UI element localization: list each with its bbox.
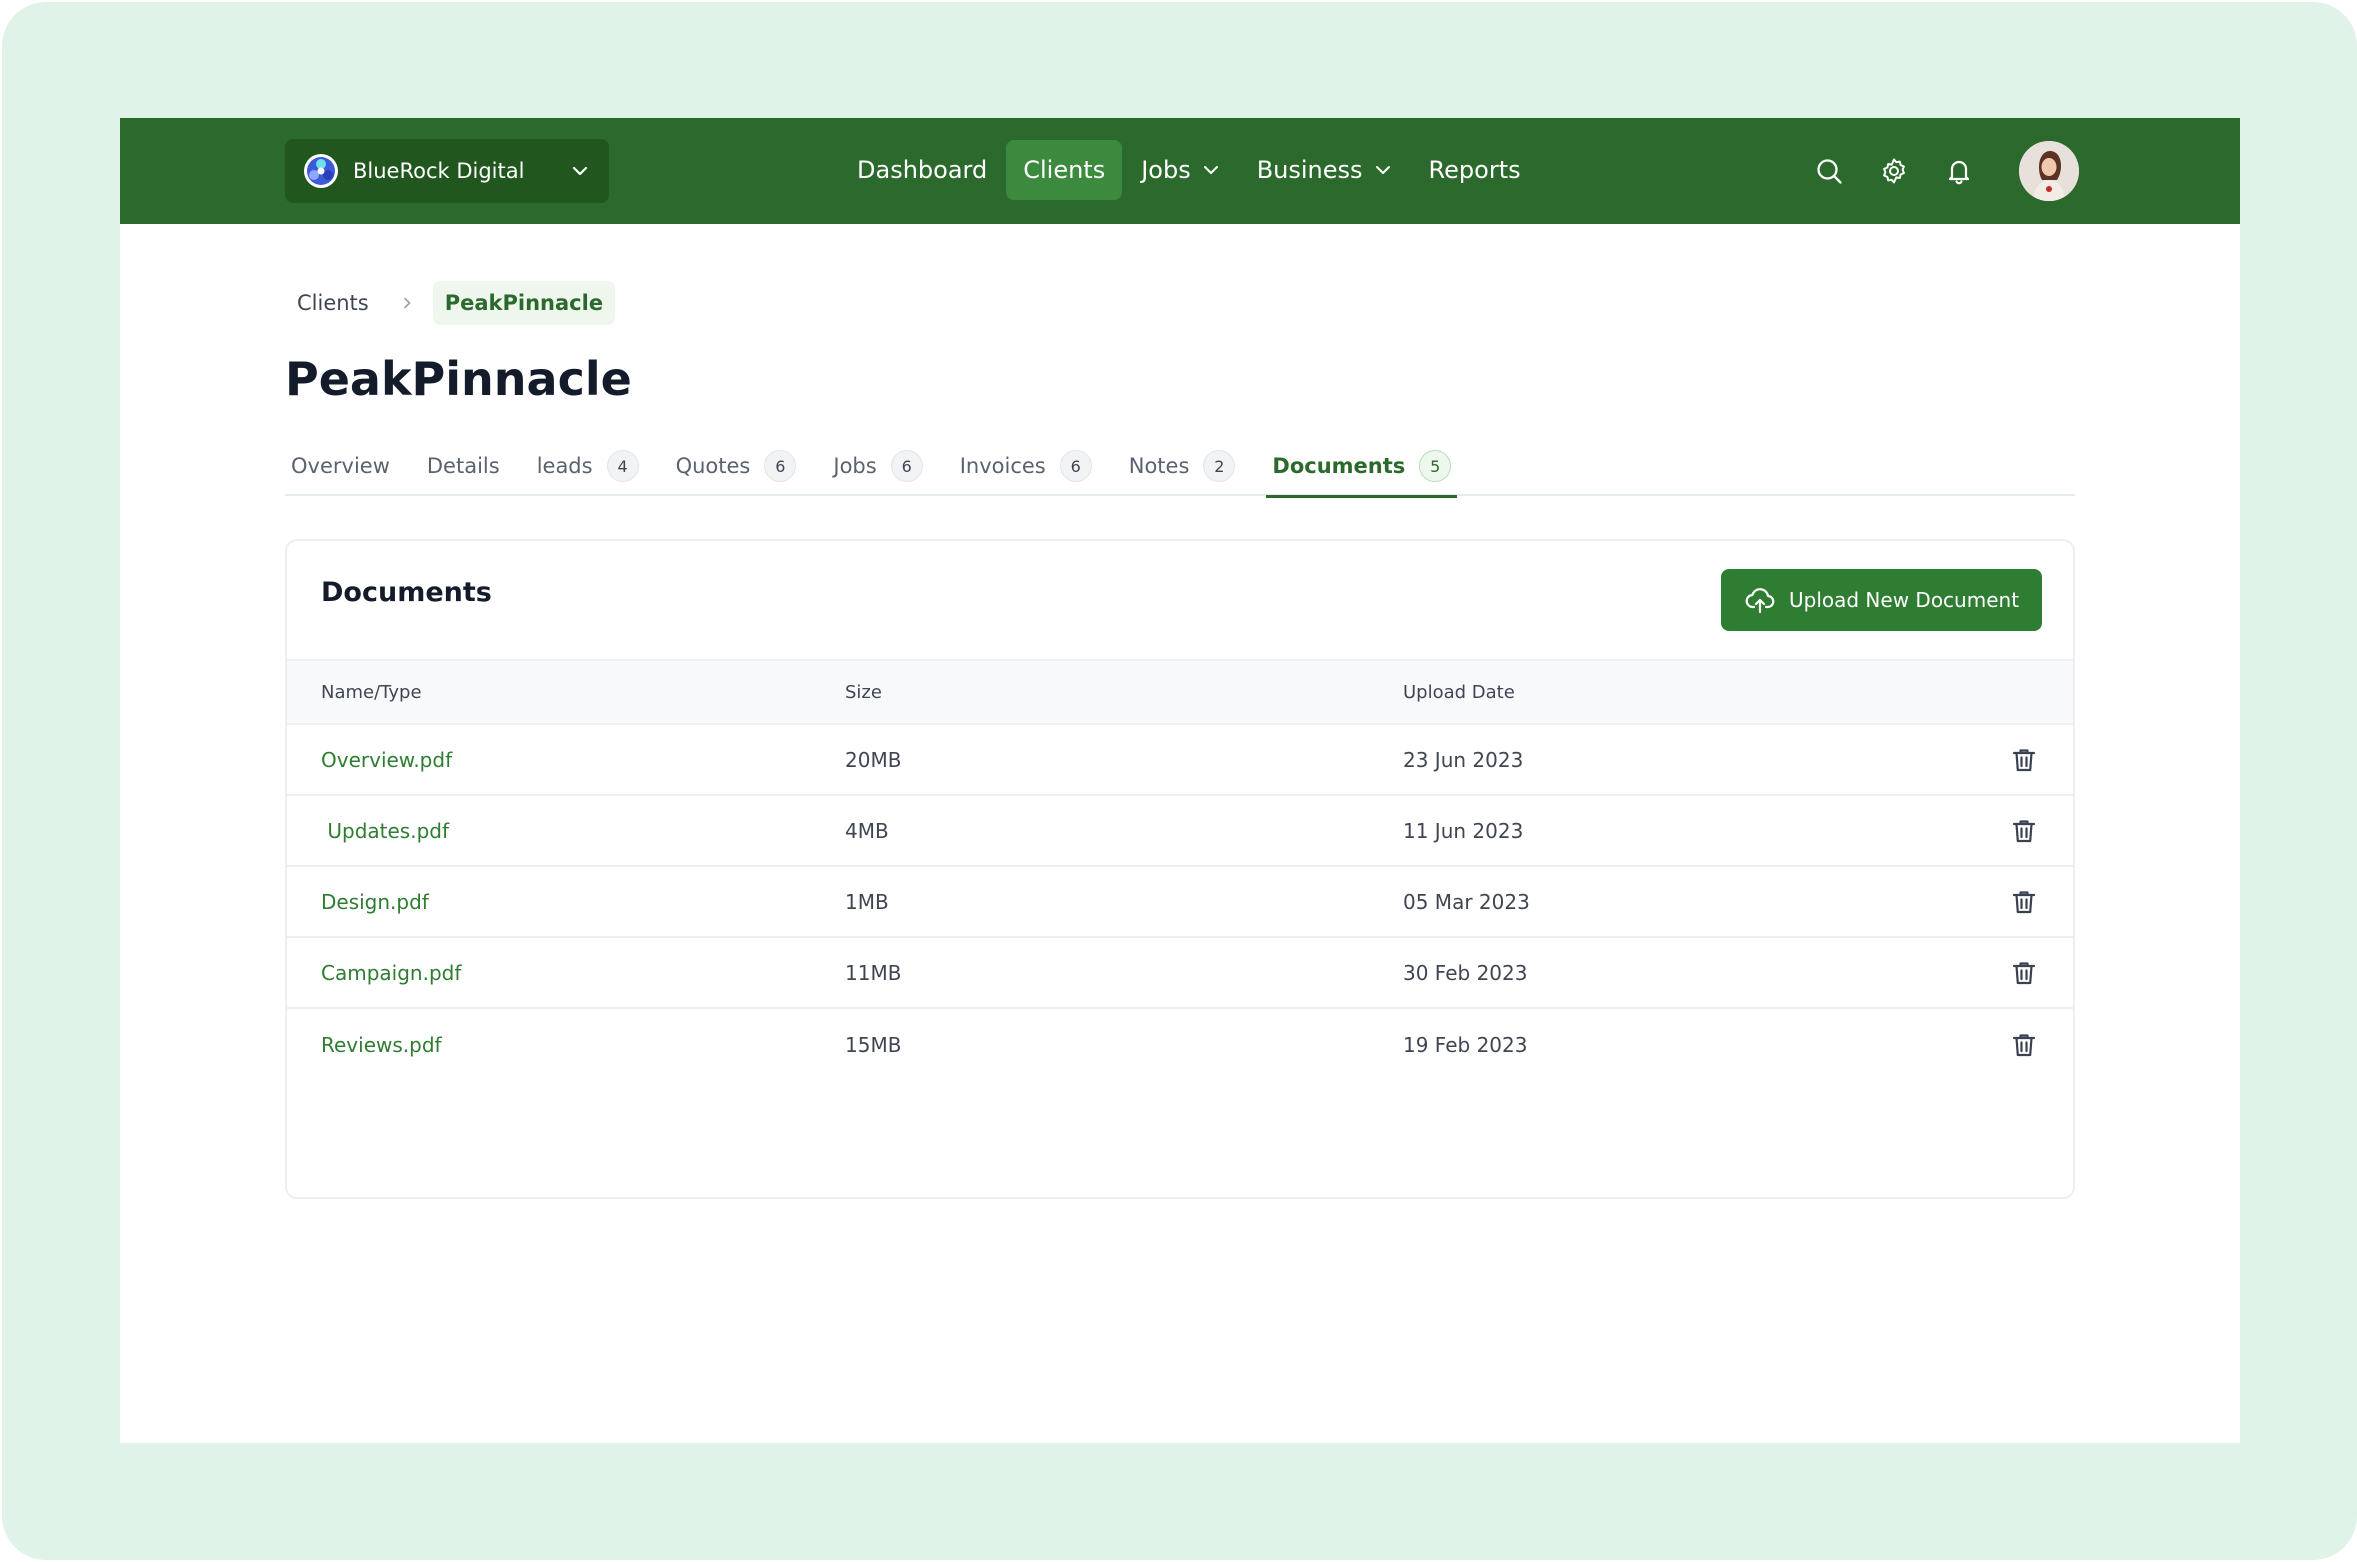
document-link[interactable]: Updates.pdf: [321, 819, 449, 843]
tab-count-badge: 6: [764, 450, 797, 482]
table-row: Design.pdf 1MB 05 Mar 2023: [287, 867, 2073, 938]
page-title: PeakPinnacle: [285, 352, 632, 406]
tab-overview[interactable]: Overview: [285, 436, 396, 496]
tab-count-badge: 4: [606, 450, 639, 482]
trash-icon[interactable]: [2009, 745, 2039, 775]
chevron-right-icon: [399, 295, 415, 311]
top-actions: [1810, 140, 2079, 202]
table-header: Name/Type Size Upload Date: [287, 659, 2073, 725]
chevron-down-icon: [1373, 160, 1393, 180]
tab-count-badge: 2: [1203, 450, 1236, 482]
document-link[interactable]: Reviews.pdf: [321, 1033, 442, 1057]
trash-icon[interactable]: [2009, 958, 2039, 988]
nav-label: Reports: [1428, 156, 1521, 184]
table-row: Campaign.pdf 11MB 30 Feb 2023: [287, 938, 2073, 1009]
tab-count-badge: 6: [1059, 450, 1092, 482]
tab-label: Notes: [1128, 454, 1190, 478]
tab-documents[interactable]: Documents 5: [1266, 436, 1458, 498]
app-window: BlueRock Digital Dashboard Clients Jobs …: [120, 118, 2240, 1443]
column-header-upload-date[interactable]: Upload Date: [1403, 682, 1963, 703]
tab-quotes[interactable]: Quotes 6: [670, 436, 803, 496]
documents-title: Documents: [321, 577, 492, 608]
document-date: 11 Jun 2023: [1403, 818, 1524, 843]
tab-notes[interactable]: Notes 2: [1123, 436, 1242, 496]
tab-details[interactable]: Details: [421, 436, 506, 496]
document-size: 15MB: [845, 1032, 902, 1057]
nav-reports[interactable]: Reports: [1412, 140, 1538, 200]
column-header-size[interactable]: Size: [845, 682, 1403, 703]
document-link[interactable]: Design.pdf: [321, 890, 429, 914]
document-date: 30 Feb 2023: [1403, 960, 1528, 985]
nav-dashboard[interactable]: Dashboard: [840, 140, 1004, 200]
breadcrumb-current: PeakPinnacle: [432, 281, 616, 325]
chevron-down-icon: [1201, 160, 1221, 180]
search-icon[interactable]: [1810, 152, 1848, 190]
nav-label: Clients: [1023, 156, 1106, 184]
avatar[interactable]: [2019, 141, 2079, 201]
nav-business[interactable]: Business: [1240, 140, 1410, 200]
tab-label: Documents: [1272, 454, 1406, 478]
document-size: 20MB: [845, 747, 902, 772]
tab-jobs[interactable]: Jobs 6: [827, 436, 928, 496]
org-logo-icon: [303, 153, 339, 189]
main-nav: Dashboard Clients Jobs Business Reports: [840, 140, 1538, 200]
bell-icon[interactable]: [1940, 152, 1978, 190]
document-date: 05 Mar 2023: [1403, 889, 1530, 914]
documents-table: Name/Type Size Upload Date Overview.pdf …: [287, 659, 2073, 1080]
document-size: 1MB: [845, 889, 889, 914]
tab-invoices[interactable]: Invoices 6: [954, 436, 1098, 496]
document-size: 11MB: [845, 960, 902, 985]
breadcrumb: Clients PeakPinnacle: [285, 281, 616, 325]
chevron-down-icon: [569, 160, 591, 182]
tab-count-badge: 5: [1419, 450, 1452, 482]
table-row: Reviews.pdf 15MB 19 Feb 2023: [287, 1009, 2073, 1080]
documents-card: Documents Upload New Document Name/Type …: [285, 539, 2075, 1199]
tab-label: Overview: [291, 454, 390, 478]
org-name: BlueRock Digital: [353, 159, 525, 183]
top-nav-bar: BlueRock Digital Dashboard Clients Jobs …: [120, 118, 2240, 224]
column-header-name[interactable]: Name/Type: [287, 682, 845, 703]
tab-label: leads: [536, 454, 593, 478]
nav-label: Business: [1256, 156, 1363, 184]
upload-button-label: Upload New Document: [1789, 588, 2020, 612]
trash-icon[interactable]: [2009, 816, 2039, 846]
document-date: 23 Jun 2023: [1403, 747, 1524, 772]
table-row: Overview.pdf 20MB 23 Jun 2023: [287, 725, 2073, 796]
nav-label: Jobs: [1141, 156, 1191, 184]
breadcrumb-clients[interactable]: Clients: [285, 281, 381, 325]
trash-icon[interactable]: [2009, 887, 2039, 917]
document-date: 19 Feb 2023: [1403, 1032, 1528, 1057]
document-link[interactable]: Campaign.pdf: [321, 961, 461, 985]
trash-icon[interactable]: [2009, 1030, 2039, 1060]
table-row: Updates.pdf 4MB 11 Jun 2023: [287, 796, 2073, 867]
tab-label: Details: [426, 454, 500, 478]
document-link[interactable]: Overview.pdf: [321, 748, 452, 772]
tab-label: Invoices: [959, 454, 1046, 478]
tab-count-badge: 6: [890, 450, 923, 482]
nav-label: Dashboard: [857, 156, 988, 184]
tab-label: Quotes: [675, 454, 751, 478]
client-tabs: Overview Details leads 4 Quotes 6 Jobs 6…: [285, 436, 2075, 498]
tab-leads[interactable]: leads 4: [531, 436, 645, 496]
nav-clients[interactable]: Clients: [1006, 140, 1123, 200]
nav-jobs[interactable]: Jobs: [1124, 140, 1238, 200]
org-switcher[interactable]: BlueRock Digital: [285, 139, 609, 203]
document-size: 4MB: [845, 818, 889, 843]
tab-label: Jobs: [833, 454, 877, 478]
gear-icon[interactable]: [1875, 152, 1913, 190]
upload-document-button[interactable]: Upload New Document: [1721, 569, 2042, 631]
upload-cloud-icon: [1745, 585, 1775, 615]
